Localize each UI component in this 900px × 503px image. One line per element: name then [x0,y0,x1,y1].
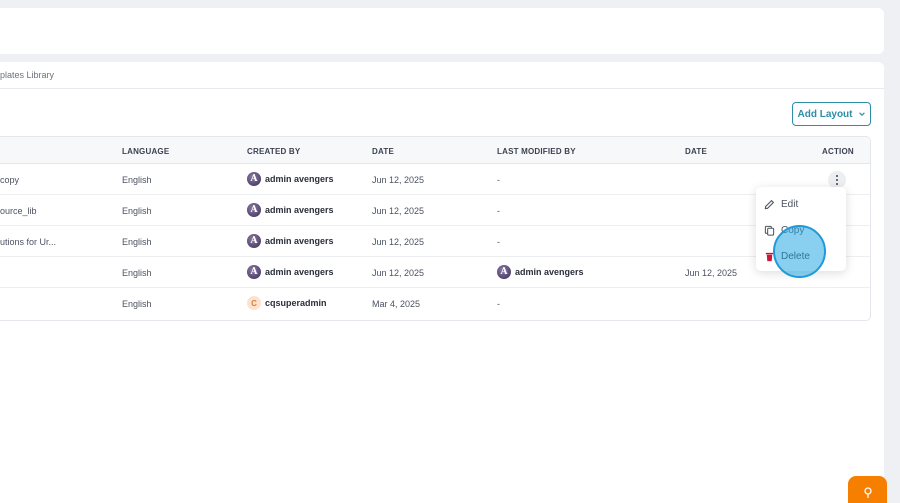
created-by: A admin avengers [247,203,334,217]
created-by: C cqsuperadmin [247,296,327,310]
chevron-down-icon [858,112,865,117]
row-action-menu: Edit Copy Delete [756,187,846,271]
table-header: LANGUAGE CREATED BY DATE LAST MODIFIED B… [0,137,870,164]
avengers-avatar: A [497,265,511,279]
created-by-name: admin avengers [265,174,334,184]
header-action: ACTION [822,147,854,156]
header-last-modified-by[interactable]: LAST MODIFIED BY [497,147,576,156]
menu-item-label: Copy [781,224,805,236]
menu-item-delete[interactable]: Delete [756,244,846,268]
copy-icon [764,225,775,236]
help-button[interactable] [848,476,887,503]
add-layout-button[interactable]: Add Layout [792,102,871,126]
created-date: Mar 4, 2025 [372,299,421,309]
created-by: A admin avengers [247,234,334,248]
last-modified-by: - [497,175,500,185]
table-row[interactable]: utions for Ur... English A admin avenger… [0,226,870,257]
menu-item-label: Delete [781,250,810,262]
created-by-name: admin avengers [265,267,334,277]
trash-icon [765,252,774,261]
header-language[interactable]: LANGUAGE [122,147,169,156]
layout-name[interactable]: ource_lib [0,206,37,216]
layout-name[interactable]: utions for Ur... [0,237,56,247]
created-date: Jun 12, 2025 [372,175,425,185]
help-icon [863,487,872,498]
last-modified-by: - [497,206,500,216]
created-date: Jun 12, 2025 [372,268,425,278]
menu-item-edit[interactable]: Edit [756,192,846,216]
last-modified-by: A admin avengers [497,265,584,279]
layout-language: English [122,237,152,247]
table-row[interactable]: ource_lib English A admin avengers Jun 1… [0,195,870,226]
menu-item-copy[interactable]: Copy [756,218,846,242]
created-date: Jun 12, 2025 [372,206,425,216]
created-by-name: cqsuperadmin [265,298,327,308]
header-created-by[interactable]: CREATED BY [247,147,300,156]
breadcrumb: plates Library [0,70,55,80]
add-layout-label: Add Layout [797,108,853,120]
avengers-avatar: A [247,172,261,186]
avengers-avatar: A [247,265,261,279]
created-by-name: admin avengers [265,205,334,215]
templates-library-panel: plates Library Add Layout LANGUAGE CREAT… [0,62,884,503]
header-modified-date[interactable]: DATE [685,147,707,156]
created-by-name: admin avengers [265,236,334,246]
layout-language: English [122,268,152,278]
created-by: A admin avengers [247,172,334,186]
layouts-table: LANGUAGE CREATED BY DATE LAST MODIFIED B… [0,136,871,321]
menu-item-label: Edit [781,198,799,210]
table-row[interactable]: copy English A admin avengers Jun 12, 20… [0,164,870,195]
last-modified-by-name: admin avengers [515,267,584,277]
avengers-avatar: A [247,203,261,217]
table-row[interactable]: English C cqsuperadmin Mar 4, 2025 - [0,288,870,319]
layout-language: English [122,299,152,309]
modified-date: Jun 12, 2025 [685,268,738,278]
created-date: Jun 12, 2025 [372,237,425,247]
pencil-icon [764,199,775,209]
table-row[interactable]: English A admin avengers Jun 12, 2025 A … [0,257,870,288]
user-avatar: C [247,296,261,310]
created-by: A admin avengers [247,265,334,279]
last-modified-by: - [497,237,500,247]
layout-language: English [122,175,152,185]
breadcrumb-bar: plates Library [0,62,884,89]
top-card [0,8,884,54]
header-date[interactable]: DATE [372,147,394,156]
layout-name[interactable]: copy [0,175,19,185]
layout-language: English [122,206,152,216]
avengers-avatar: A [247,234,261,248]
last-modified-by: - [497,299,500,309]
